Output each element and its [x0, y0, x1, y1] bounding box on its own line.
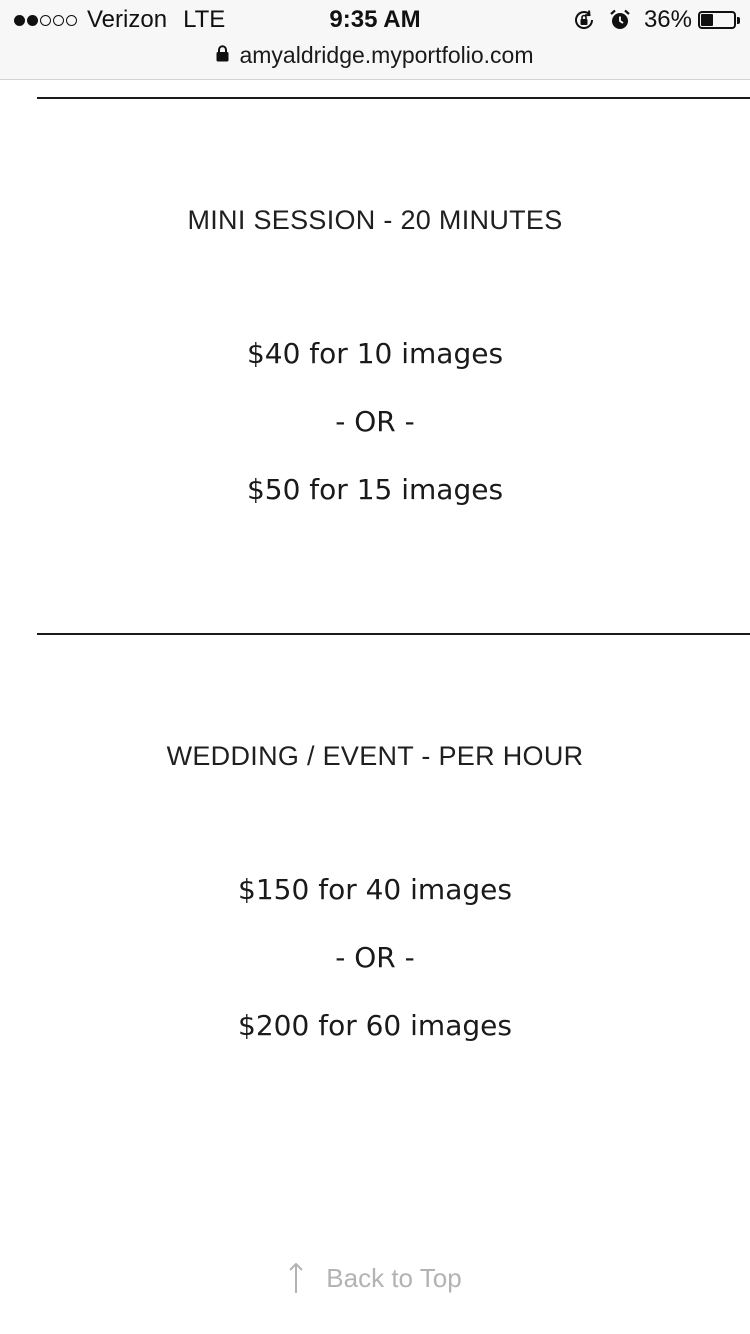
divider [37, 633, 750, 635]
price-option: $150 for 40 images [238, 873, 512, 906]
section-heading: MINI SESSION - 20 MINUTES [187, 205, 563, 235]
orientation-lock-icon [572, 8, 596, 32]
back-to-top-link[interactable]: Back to Top [0, 1262, 750, 1294]
arrow-up-icon [288, 1262, 304, 1294]
url-text: amyaldridge.myportfolio.com [239, 41, 534, 68]
alarm-icon [608, 8, 632, 32]
address-bar[interactable]: amyaldridge.myportfolio.com [0, 40, 750, 80]
price-option: $40 for 10 images [246, 337, 504, 370]
or-separator: - OR - [335, 941, 415, 974]
network-type: LTE [183, 6, 226, 33]
status-bar: Verizon LTE 9:35 AM 36% [0, 0, 750, 40]
signal-dot [14, 14, 25, 26]
or-separator: - OR - [335, 405, 415, 438]
back-to-top-label: Back to Top [326, 1262, 462, 1293]
signal-dot [53, 14, 64, 26]
status-left: Verizon LTE [14, 6, 225, 34]
battery-level [701, 14, 713, 26]
price-option: $200 for 60 images [238, 1009, 512, 1042]
url-display[interactable]: amyaldridge.myportfolio.com [216, 40, 534, 70]
status-right: 36% [572, 6, 740, 34]
price-option: $50 for 15 images [246, 473, 504, 506]
signal-strength-icon [14, 14, 79, 26]
signal-dot [40, 14, 51, 26]
lock-icon [216, 41, 229, 68]
divider [37, 97, 750, 99]
battery-percent: 36% [643, 6, 692, 33]
carrier-name: Verizon [87, 6, 168, 33]
signal-dot [27, 14, 38, 26]
battery-icon [698, 11, 740, 29]
signal-dot [66, 14, 77, 26]
section-heading: WEDDING / EVENT - PER HOUR [166, 741, 584, 771]
